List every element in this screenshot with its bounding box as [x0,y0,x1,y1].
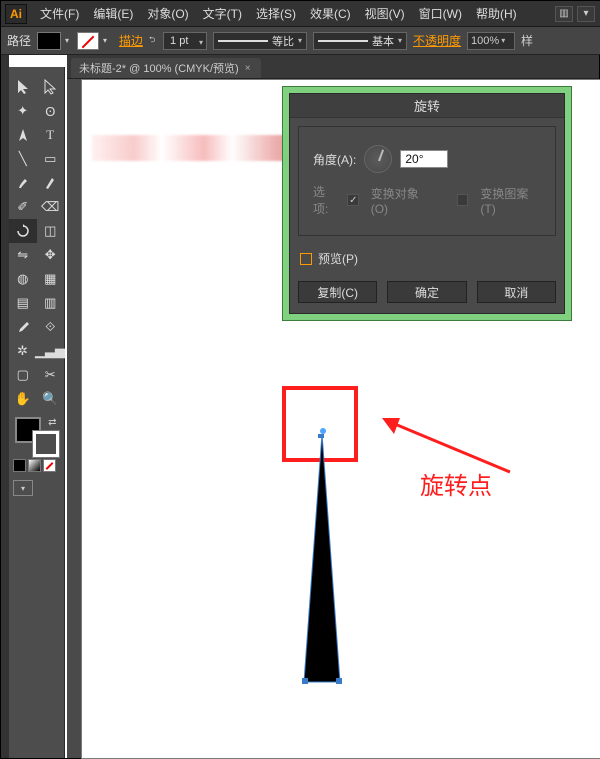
menu-type[interactable]: 文字(T) [196,5,249,22]
paintbrush-tool[interactable] [9,171,37,195]
screen-mode-toggle[interactable]: ▾ [13,480,33,496]
stroke-weight-value: 1 pt [170,35,188,47]
opacity-label[interactable]: 不透明度 [413,32,461,49]
graph-tool[interactable]: ▁▃▅ [36,339,64,363]
menu-file[interactable]: 文件(F) [33,5,86,22]
fill-stroke-control[interactable]: ⇄ [15,417,59,457]
menu-select[interactable]: 选择(S) [249,5,303,22]
blend-tool[interactable]: ⟐ [37,315,65,339]
menubar: Ai 文件(F) 编辑(E) 对象(O) 文字(T) 选择(S) 效果(C) 视… [1,1,600,27]
document-tab-bar: 未标题-2* @ 100% (CMYK/预览) × [67,55,599,79]
slice-tool[interactable]: ✂ [37,363,65,387]
fill-swatch[interactable] [37,32,61,50]
dialog-title: 旋转 [290,94,564,118]
panel-gutter [1,55,9,758]
color-mode-gradient[interactable] [28,459,41,472]
stroke-swatch[interactable] [77,32,99,50]
gradient-tool[interactable]: ▥ [37,291,65,315]
menu-object[interactable]: 对象(O) [140,5,195,22]
document-tab-title: 未标题-2* @ 100% (CMYK/预览) [79,60,239,76]
transform-patterns-label: 变换图案(T) [480,185,541,216]
workspace-switcher-icon[interactable]: ▥ [555,6,573,22]
color-mode-solid[interactable] [13,459,26,472]
selection-type-label: 路径 [7,32,31,49]
hand-tool[interactable]: ✋ [9,387,37,411]
width-profile-select[interactable]: 等比 ▾ [213,32,307,50]
eyedropper-tool[interactable] [9,315,37,339]
transform-objects-check[interactable] [347,194,359,206]
artwork-needle[interactable] [282,434,362,684]
chevron-down-icon: ▾ [501,36,505,45]
selection-tool[interactable] [9,75,37,99]
free-transform-tool[interactable]: ✥ [37,243,65,267]
ok-button[interactable]: 确定 [387,281,466,303]
cancel-button[interactable]: 取消 [477,281,556,303]
opacity-value: 100% [471,35,499,47]
direct-selection-tool[interactable] [37,75,65,99]
app-logo: Ai [5,4,27,24]
brush-definition-select[interactable]: 基本 ▾ [313,32,407,50]
width-tool[interactable]: ⇋ [9,243,37,267]
menu-view[interactable]: 视图(V) [358,5,412,22]
lasso-tool[interactable]: ʘ [37,99,65,123]
magic-wand-tool[interactable]: ✦ [9,99,37,123]
opacity-select[interactable]: 100% ▾ [467,32,515,50]
brush-definition-label: 基本 [372,33,394,49]
zoom-tool[interactable]: 🔍 [37,387,65,411]
transform-objects-label: 变换对象(O) [371,185,433,216]
stroke-color[interactable] [33,431,59,457]
blob-brush-tool[interactable]: ✐ [9,195,37,219]
style-label: 样 [521,32,533,49]
width-profile-label: 等比 [272,33,294,49]
document-tab[interactable]: 未标题-2* @ 100% (CMYK/预览) × [71,58,261,78]
rotate-tool[interactable] [9,219,37,243]
stroke-link-icon: ⮌ [149,34,157,48]
artboard-tool[interactable]: ▢ [9,363,37,387]
line-tool[interactable]: ╲ [9,147,37,171]
stroke-swatch-chevron-icon[interactable]: ▾ [103,34,111,48]
options-label: 选项: [313,183,339,217]
preview-label: 预览(P) [318,250,358,267]
rotate-dialog: 旋转 角度(A): 选项: 变换对象(O) [289,93,565,314]
stroke-label[interactable]: 描边 [119,32,143,49]
chevron-down-icon: ▾ [199,38,203,47]
angle-label: 角度(A): [313,151,356,168]
perspective-tool[interactable]: ▦ [37,267,65,291]
mesh-tool[interactable]: ▤ [9,291,37,315]
chevron-down-icon: ▾ [398,36,402,45]
color-mode-none[interactable] [43,459,56,472]
pen-tool[interactable] [9,123,37,147]
close-tab-icon[interactable]: × [245,63,251,74]
menu-window[interactable]: 窗口(W) [412,5,469,22]
chevron-down-icon: ▾ [298,36,302,45]
rectangle-tool[interactable]: ▭ [37,147,65,171]
fill-swatch-chevron-icon[interactable]: ▾ [65,34,73,48]
angle-input[interactable] [400,150,448,168]
transform-patterns-check[interactable] [457,194,469,206]
artboard[interactable]: 旋转 角度(A): 选项: 变换对象(O) [81,79,600,759]
menu-effect[interactable]: 效果(C) [303,5,358,22]
eraser-tool[interactable]: ⌫ [37,195,65,219]
pencil-tool[interactable] [37,171,65,195]
type-tool[interactable]: T [37,123,65,147]
scale-tool[interactable]: ◫ [37,219,65,243]
control-bar: 路径 ▾ ▾ 描边 ⮌ 1 pt ▾ 等比 ▾ 基本 ▾ 不透明度 100% ▾ [1,27,600,55]
shape-builder-tool[interactable]: ◍ [9,267,37,291]
menu-edit[interactable]: 编辑(E) [86,5,140,22]
angle-dial[interactable] [364,145,392,173]
highlight-frame: 旋转 角度(A): 选项: 变换对象(O) [282,86,572,321]
canvas-area[interactable]: 旋转 角度(A): 选项: 变换对象(O) [67,79,599,758]
preview-check[interactable] [300,253,312,265]
stroke-weight-select[interactable]: 1 pt ▾ [163,32,207,50]
callout-label: 旋转点 [420,466,492,501]
swap-fill-stroke-icon[interactable]: ⇄ [48,417,56,428]
symbol-sprayer-tool[interactable]: ✲ [9,339,36,363]
menu-help[interactable]: 帮助(H) [469,5,524,22]
arrange-docs-icon[interactable]: ▾ [577,6,595,22]
tool-panel: ✦ ʘ T ╲ ▭ ✐ ⌫ ◫ [9,67,65,758]
copy-button[interactable]: 复制(C) [298,281,377,303]
